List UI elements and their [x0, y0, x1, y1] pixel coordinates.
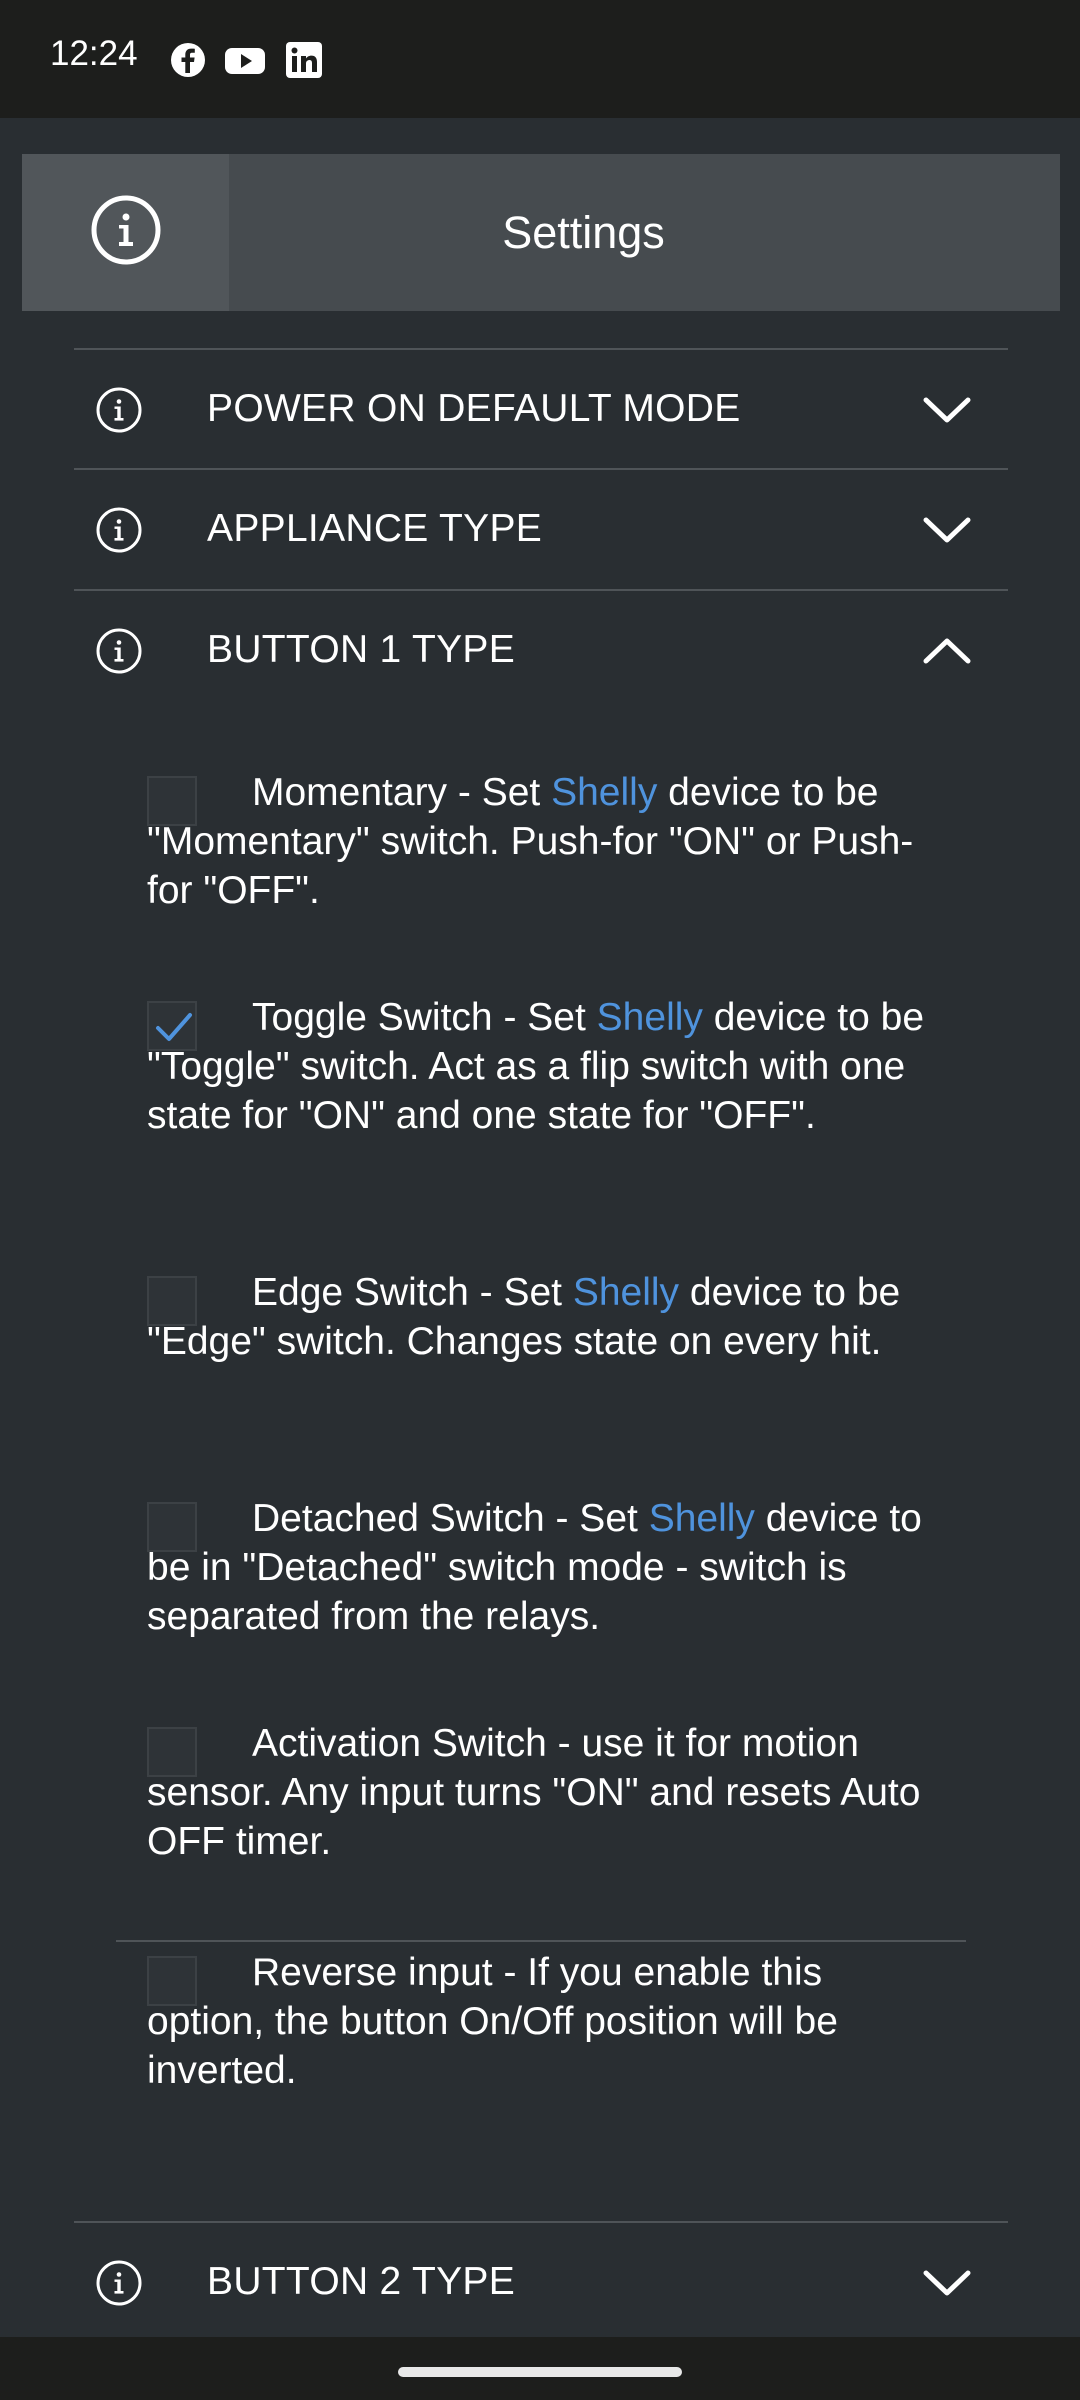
checkbox-edge-switch[interactable]: [147, 1276, 197, 1326]
section-label: BUTTON 1 TYPE: [207, 628, 516, 671]
info-icon[interactable]: [96, 387, 142, 433]
section-power-on-default-mode[interactable]: POWER ON DEFAULT MODE: [74, 349, 1008, 469]
checkmark-icon: [156, 1013, 192, 1041]
shelly-link: Shelly: [572, 1271, 680, 1314]
option-text: Edge Switch - Set Shelly device to be "E…: [147, 1271, 901, 1363]
settings-header: Settings: [22, 154, 1060, 311]
home-gesture-handle[interactable]: [398, 2367, 682, 2377]
chevron-up-icon[interactable]: [922, 626, 972, 676]
facebook-icon: [168, 40, 208, 80]
option-text: Reverse input - If you enable this optio…: [147, 1951, 838, 2092]
option-momentary[interactable]: Momentary - Set Shelly device to be "Mom…: [147, 771, 937, 915]
chevron-down-icon[interactable]: [922, 2258, 972, 2308]
section-appliance-type[interactable]: APPLIANCE TYPE: [74, 469, 1008, 589]
section-label: POWER ON DEFAULT MODE: [207, 387, 741, 430]
header-info-button[interactable]: [22, 154, 229, 311]
checkbox-activation-switch[interactable]: [147, 1727, 197, 1777]
info-icon: [90, 194, 162, 271]
option-toggle-switch[interactable]: Toggle Switch - Set Shelly device to be …: [147, 996, 937, 1140]
shelly-link: Shelly: [648, 1497, 755, 1540]
section-button-1-type[interactable]: BUTTON 1 TYPE: [74, 590, 1008, 710]
page-title: Settings: [502, 206, 665, 258]
navigation-bar: [0, 2337, 1080, 2400]
option-text: Momentary - Set Shelly device to be "Mom…: [147, 771, 914, 912]
linkedin-icon: [284, 40, 324, 80]
info-icon[interactable]: [96, 2260, 142, 2306]
shelly-link: Shelly: [551, 771, 658, 814]
option-text: Detached Switch - Set Shelly device to b…: [147, 1497, 922, 1638]
option-text: Activation Switch - use it for motion se…: [147, 1722, 921, 1863]
info-icon[interactable]: [96, 507, 142, 553]
option-detached-switch[interactable]: Detached Switch - Set Shelly device to b…: [147, 1497, 937, 1641]
chevron-down-icon[interactable]: [922, 505, 972, 555]
status-time: 12:24: [50, 34, 138, 73]
checkbox-detached-switch[interactable]: [147, 1502, 197, 1552]
option-edge-switch[interactable]: Edge Switch - Set Shelly device to be "E…: [147, 1271, 937, 1366]
section-label: APPLIANCE TYPE: [207, 507, 543, 550]
option-reverse-input[interactable]: Reverse input - If you enable this optio…: [147, 1951, 937, 2095]
section-button-2-type[interactable]: BUTTON 2 TYPE: [74, 2222, 1008, 2342]
chevron-down-icon[interactable]: [922, 385, 972, 435]
shelly-link: Shelly: [596, 996, 703, 1039]
checkbox-momentary[interactable]: [147, 776, 197, 826]
divider: [116, 1940, 966, 1942]
youtube-icon: [224, 40, 266, 80]
option-text: Toggle Switch - Set Shelly device to be …: [147, 996, 925, 1137]
status-bar: 12:24: [0, 0, 1080, 118]
checkbox-toggle-switch[interactable]: [147, 1001, 197, 1051]
checkbox-reverse-input[interactable]: [147, 1956, 197, 2006]
option-activation-switch[interactable]: Activation Switch - use it for motion se…: [147, 1722, 937, 1866]
section-label: BUTTON 2 TYPE: [207, 2260, 516, 2303]
info-icon[interactable]: [96, 628, 142, 674]
